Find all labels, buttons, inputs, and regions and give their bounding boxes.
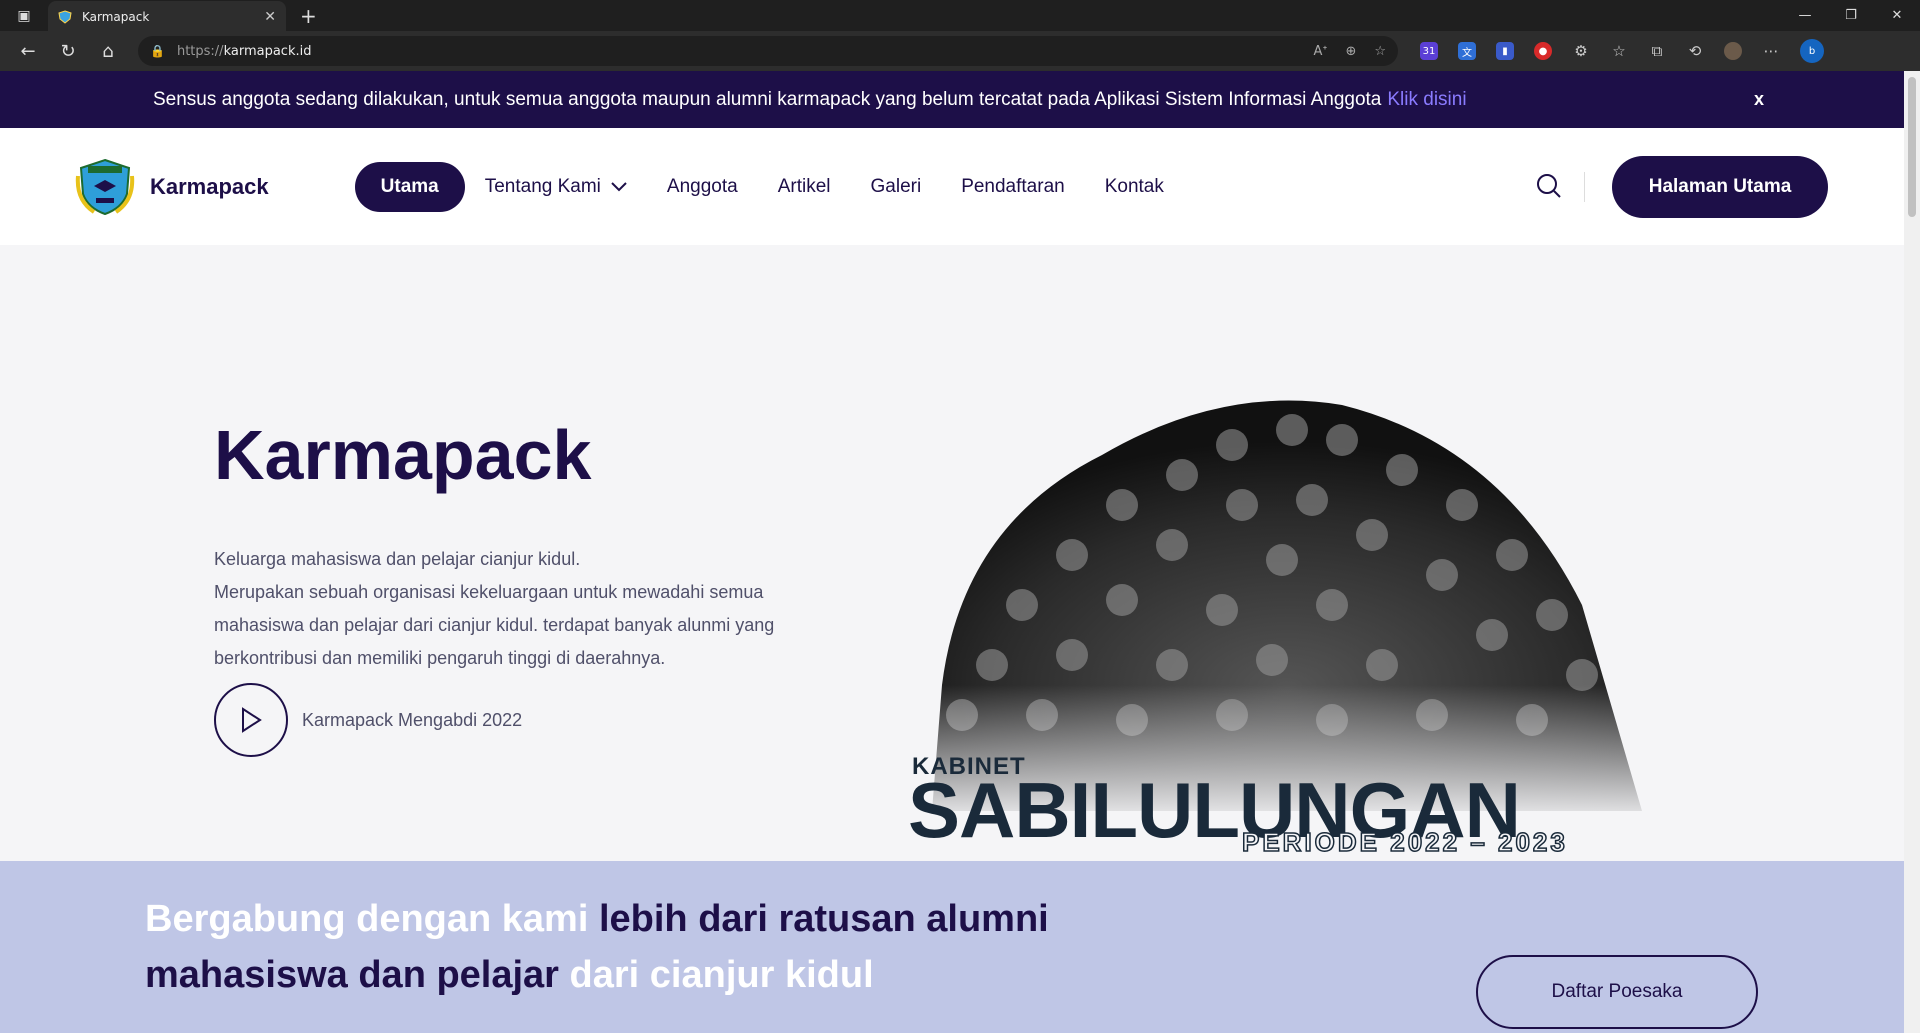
browser-tab[interactable]: Karmapack ✕ bbox=[48, 1, 286, 32]
extensions-icon[interactable]: ⚙ bbox=[1572, 42, 1590, 60]
nav-pendaftaran[interactable]: Pendaftaran bbox=[941, 176, 1085, 198]
lock-icon[interactable]: 🔒 bbox=[150, 44, 165, 58]
banner-close-button[interactable]: x bbox=[1754, 89, 1764, 110]
url-protocol: https:// bbox=[176, 43, 224, 59]
chevron-down-icon bbox=[611, 181, 627, 191]
extension-badge: 31 bbox=[1422, 45, 1436, 57]
video-play-link[interactable]: Karmapack Mengabdi 2022 bbox=[214, 683, 522, 757]
close-window-icon[interactable]: ✕ bbox=[1874, 0, 1920, 31]
cabinet-group-photo bbox=[902, 400, 1654, 811]
nav-artikel[interactable]: Artikel bbox=[758, 176, 851, 198]
collections-icon[interactable]: ⧉ bbox=[1648, 42, 1666, 60]
banner-message: Sensus anggota sedang dilakukan, untuk s… bbox=[153, 88, 1382, 110]
main-navigation: Utama Tentang Kami Anggota Artikel Galer… bbox=[354, 161, 1184, 212]
profile-avatar-icon[interactable] bbox=[1724, 42, 1742, 60]
calendar-extension-icon[interactable]: 31 bbox=[1420, 42, 1438, 60]
back-icon[interactable]: ← bbox=[8, 33, 48, 69]
zoom-icon[interactable]: ⊕ bbox=[1345, 44, 1356, 59]
add-favorite-icon[interactable]: ☆ bbox=[1374, 44, 1386, 59]
nav-anggota[interactable]: Anggota bbox=[647, 176, 758, 198]
translate-extension-icon[interactable]: 文 bbox=[1458, 42, 1476, 60]
extensions-area: 31 文 ▮ ● ⚙ ☆ ⧉ ⟲ ⋯ b bbox=[1420, 39, 1824, 63]
hero-title: Karmapack bbox=[214, 416, 592, 494]
web-page: Sensus anggota sedang dilakukan, untuk s… bbox=[0, 71, 1904, 1033]
banner-link[interactable]: Klik disini bbox=[1387, 89, 1466, 111]
more-options-icon[interactable]: ⋯ bbox=[1762, 42, 1780, 60]
home-icon[interactable]: ⌂ bbox=[88, 33, 128, 69]
hero-tagline: Keluarga mahasiswa dan pelajar cianjur k… bbox=[214, 549, 581, 569]
nav-utama[interactable]: Utama bbox=[354, 161, 465, 212]
join-part-3: dari cianjur kidul bbox=[569, 954, 874, 996]
census-banner: Sensus anggota sedang dilakukan, untuk s… bbox=[0, 71, 1904, 128]
hero-description: Keluarga mahasiswa dan pelajar cianjur k… bbox=[214, 543, 854, 675]
read-aloud-icon[interactable]: Aᐩ bbox=[1313, 44, 1327, 59]
record-extension-icon[interactable]: ● bbox=[1534, 42, 1552, 60]
halaman-utama-button[interactable]: Halaman Utama bbox=[1612, 156, 1828, 218]
brand-name: Karmapack bbox=[150, 173, 269, 199]
minimize-icon[interactable]: — bbox=[1782, 0, 1828, 31]
karmapack-favicon-icon bbox=[58, 9, 72, 24]
nav-tentang-kami[interactable]: Tentang Kami bbox=[465, 176, 647, 198]
history-icon[interactable]: ⟲ bbox=[1686, 42, 1704, 60]
join-headline: Bergabung dengan kami lebih dari ratusan… bbox=[145, 891, 1125, 1003]
address-bar[interactable]: 🔒 https://karmapack.id Aᐩ ⊕ ☆ bbox=[138, 36, 1398, 66]
site-header: Karmapack Utama Tentang Kami Anggota Art… bbox=[0, 128, 1904, 245]
daftar-poesaka-button[interactable]: Daftar Poesaka bbox=[1476, 955, 1758, 1029]
tab-title: Karmapack bbox=[82, 9, 150, 24]
browser-toolbar: ← ↻ ⌂ 🔒 https://karmapack.id Aᐩ ⊕ ☆ 31 文… bbox=[0, 31, 1920, 71]
bing-copilot-icon[interactable]: b bbox=[1800, 39, 1824, 63]
tab-actions-icon[interactable]: ▣ bbox=[0, 0, 48, 31]
close-tab-icon[interactable]: ✕ bbox=[264, 9, 276, 25]
refresh-icon[interactable]: ↻ bbox=[48, 33, 88, 69]
join-part-1: Bergabung dengan kami bbox=[145, 898, 589, 940]
url-host: karmapack.id bbox=[223, 43, 312, 59]
play-button[interactable] bbox=[214, 683, 288, 757]
favorites-icon[interactable]: ☆ bbox=[1610, 42, 1628, 60]
window-controls: — ❐ ✕ bbox=[1782, 0, 1920, 31]
nav-tentang-kami-label: Tentang Kami bbox=[484, 175, 601, 197]
browser-tab-strip: ▣ Karmapack ✕ + — ❐ ✕ bbox=[0, 0, 1920, 32]
join-section: Bergabung dengan kami lebih dari ratusan… bbox=[0, 861, 1904, 1033]
restore-icon[interactable]: ❐ bbox=[1828, 0, 1874, 31]
karmapack-emblem-icon bbox=[75, 158, 135, 215]
nav-kontak[interactable]: Kontak bbox=[1085, 176, 1184, 198]
hero-body: Merupakan sebuah organisasi kekeluargaan… bbox=[214, 582, 775, 668]
play-icon bbox=[242, 707, 262, 733]
header-divider bbox=[1584, 172, 1585, 202]
video-label: Karmapack Mengabdi 2022 bbox=[302, 709, 523, 730]
hero-section: Karmapack Keluarga mahasiswa dan pelajar… bbox=[0, 245, 1904, 931]
nav-galeri[interactable]: Galeri bbox=[851, 176, 942, 198]
page-scrollbar[interactable] bbox=[1904, 71, 1920, 1033]
scrollbar-thumb[interactable] bbox=[1908, 77, 1916, 217]
cabinet-period: PERIODE 2022 – 2023 bbox=[1241, 826, 1568, 858]
new-tab-icon[interactable]: + bbox=[300, 4, 317, 28]
bookmark-extension-icon[interactable]: ▮ bbox=[1496, 42, 1514, 60]
search-icon[interactable] bbox=[1536, 173, 1562, 199]
site-logo[interactable]: Karmapack bbox=[74, 156, 269, 218]
